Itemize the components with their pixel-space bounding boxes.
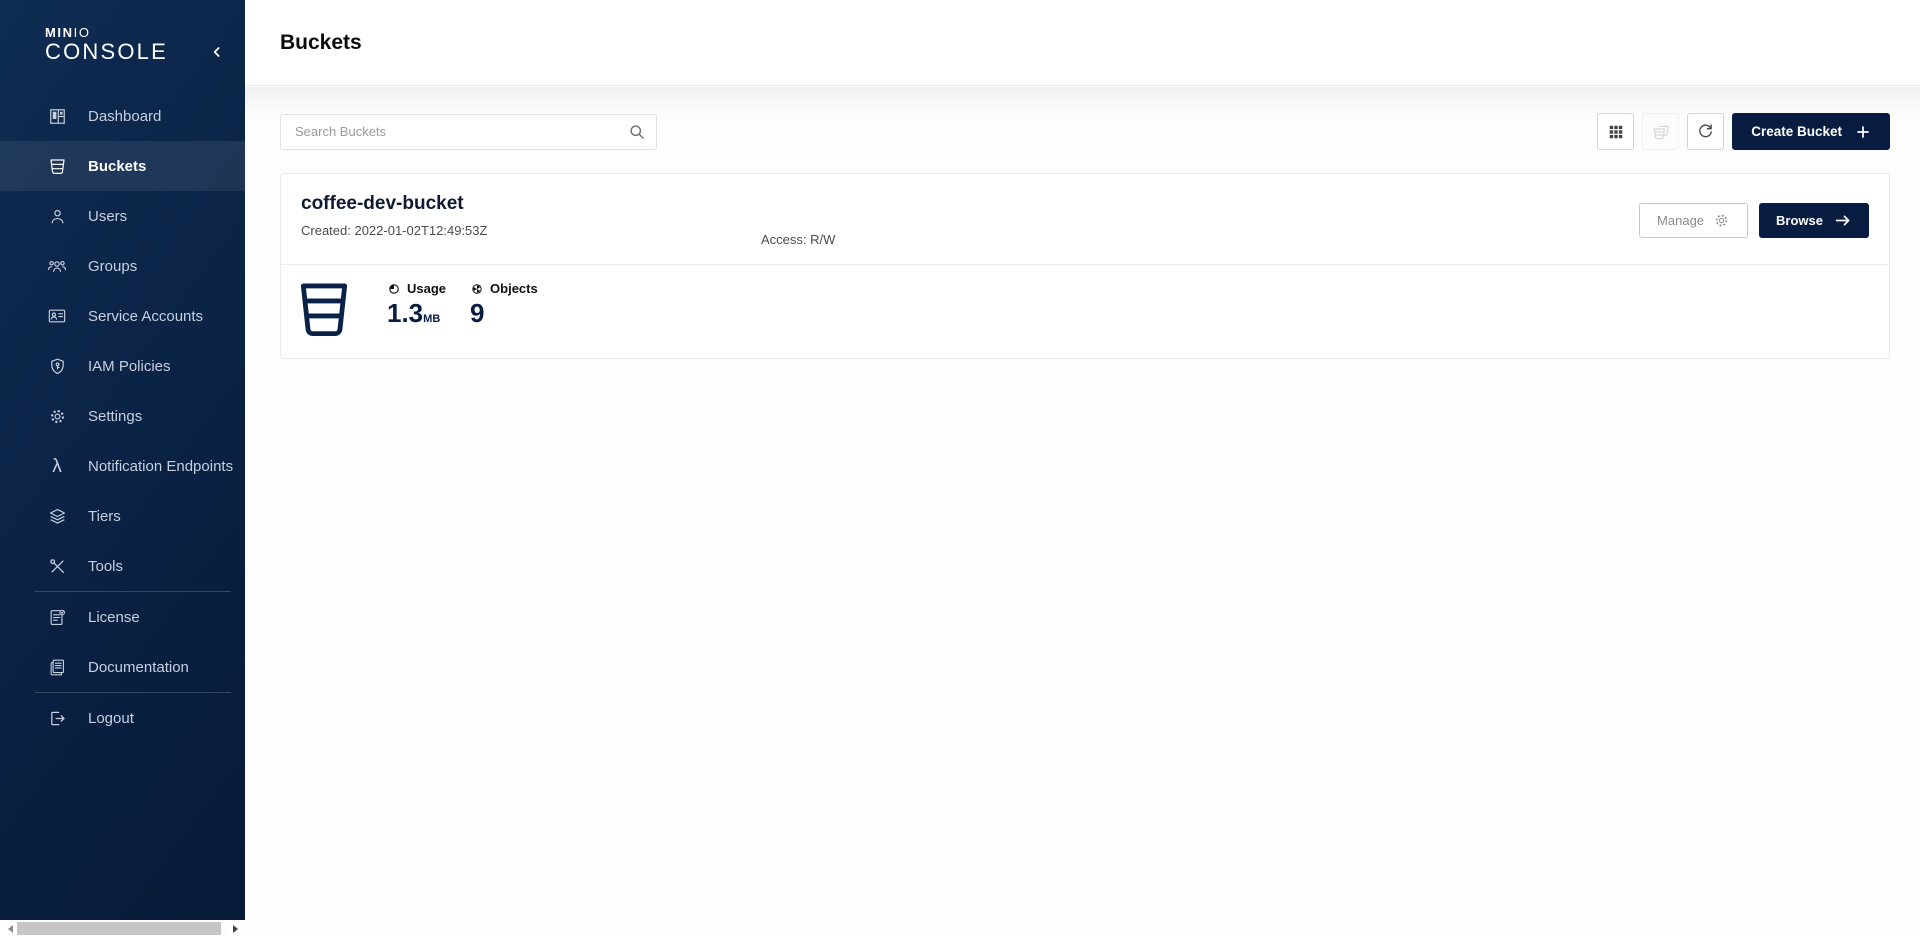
objects-label: Objects xyxy=(490,281,538,296)
multiple-buckets-icon xyxy=(1651,122,1671,142)
refresh-icon xyxy=(1696,122,1715,141)
sidebar-item-label: Buckets xyxy=(88,158,146,175)
service-accounts-icon xyxy=(47,306,67,326)
search-icon xyxy=(627,122,647,142)
content-area: Create Bucket coffee-dev-bucket Created:… xyxy=(245,87,1920,937)
objects-metric: Objects 9 xyxy=(470,281,538,328)
objects-value: 9 xyxy=(470,299,538,328)
bucket-metrics: Usage 1.3MB Objects 9 xyxy=(281,265,1889,358)
sidebar-item-settings[interactable]: Settings xyxy=(0,391,245,441)
bucket-card-header: coffee-dev-bucket Created: 2022-01-02T12… xyxy=(281,174,1889,265)
chevron-left-icon xyxy=(209,44,225,60)
multiple-buckets-button xyxy=(1642,113,1679,150)
scroll-right-arrow[interactable] xyxy=(229,920,245,937)
bucket-card: coffee-dev-bucket Created: 2022-01-02T12… xyxy=(280,173,1890,359)
sidebar-item-tiers[interactable]: Tiers xyxy=(0,491,245,541)
sidebar-item-label: Notification Endpoints xyxy=(88,458,233,475)
usage-value: 1.3 xyxy=(387,298,423,328)
sidebar-item-label: License xyxy=(88,609,140,626)
buckets-icon xyxy=(47,156,67,176)
settings-gear-icon xyxy=(47,406,67,426)
brand-minio: MINIO xyxy=(45,26,245,39)
tools-icon xyxy=(47,556,67,576)
tiers-layers-icon xyxy=(47,506,67,526)
groups-icon xyxy=(47,256,67,276)
scrollbar-thumb[interactable] xyxy=(17,922,221,935)
page-title: Buckets xyxy=(280,31,362,55)
iam-policies-icon xyxy=(47,356,67,376)
sidebar-item-documentation[interactable]: Documentation xyxy=(0,642,245,692)
bucket-access: Access: R/W xyxy=(761,232,835,247)
license-icon xyxy=(47,607,67,627)
sidebar: MINIO CONSOLE Dashboard Buckets Users xyxy=(0,0,245,920)
usage-metric: Usage 1.3MB xyxy=(387,281,446,328)
sidebar-item-label: Settings xyxy=(88,408,142,425)
usage-label: Usage xyxy=(407,281,446,296)
users-icon xyxy=(47,206,67,226)
minio-console-logo: MINIO CONSOLE xyxy=(0,0,245,65)
sidebar-horizontal-scrollbar xyxy=(0,920,245,937)
plus-icon xyxy=(1855,124,1871,140)
lambda-icon: λ xyxy=(47,456,67,476)
grid-view-icon xyxy=(1607,123,1625,141)
sidebar-item-tools[interactable]: Tools xyxy=(0,541,245,591)
search-input[interactable] xyxy=(280,114,657,150)
usage-pie-icon xyxy=(387,282,401,296)
bucket-name[interactable]: coffee-dev-bucket xyxy=(301,193,1869,215)
dashboard-icon xyxy=(47,106,67,126)
arrow-right-icon xyxy=(1834,213,1852,228)
scroll-left-arrow[interactable] xyxy=(0,920,16,937)
sidebar-item-buckets[interactable]: Buckets xyxy=(0,141,245,191)
sidebar-item-label: Tools xyxy=(88,558,123,575)
sidebar-item-label: Tiers xyxy=(88,508,121,525)
manage-button[interactable]: Manage xyxy=(1639,203,1748,238)
manage-label: Manage xyxy=(1657,213,1704,228)
sidebar-item-users[interactable]: Users xyxy=(0,191,245,241)
sidebar-nav: Dashboard Buckets Users Groups Service A xyxy=(0,91,245,743)
objects-icon xyxy=(470,282,484,296)
bucket-card-buttons: Manage Browse xyxy=(1639,203,1869,238)
logout-icon xyxy=(47,708,67,728)
page-header: Buckets xyxy=(245,0,1920,86)
scrollbar-track[interactable] xyxy=(16,920,229,937)
sidebar-item-notification-endpoints[interactable]: λ Notification Endpoints xyxy=(0,441,245,491)
buckets-toolbar: Create Bucket xyxy=(245,87,1920,150)
usage-unit: MB xyxy=(423,313,440,325)
sidebar-item-label: Service Accounts xyxy=(88,308,203,325)
search-box xyxy=(280,114,657,150)
sidebar-item-label: Dashboard xyxy=(88,108,161,125)
sidebar-item-license[interactable]: License xyxy=(0,592,245,642)
sidebar-collapse-button[interactable] xyxy=(205,40,229,64)
browse-label: Browse xyxy=(1776,213,1823,228)
sidebar-item-service-accounts[interactable]: Service Accounts xyxy=(0,291,245,341)
create-bucket-label: Create Bucket xyxy=(1751,124,1842,139)
sidebar-item-logout[interactable]: Logout xyxy=(0,693,245,743)
sidebar-item-groups[interactable]: Groups xyxy=(0,241,245,291)
gear-icon xyxy=(1713,212,1730,229)
create-bucket-button[interactable]: Create Bucket xyxy=(1732,113,1890,150)
toolbar-actions: Create Bucket xyxy=(1597,113,1890,150)
refresh-button[interactable] xyxy=(1687,113,1724,150)
bucket-icon xyxy=(299,281,349,339)
sidebar-item-label: Users xyxy=(88,208,127,225)
bucket-created: Created: 2022-01-02T12:49:53Z xyxy=(301,223,1869,238)
main-area: Buckets xyxy=(245,0,1920,937)
documentation-icon xyxy=(47,657,67,677)
browse-button[interactable]: Browse xyxy=(1759,203,1869,238)
sidebar-item-label: Documentation xyxy=(88,659,189,676)
grid-view-button[interactable] xyxy=(1597,113,1634,150)
sidebar-item-label: Logout xyxy=(88,710,134,727)
sidebar-item-label: IAM Policies xyxy=(88,358,171,375)
sidebar-item-iam-policies[interactable]: IAM Policies xyxy=(0,341,245,391)
sidebar-item-dashboard[interactable]: Dashboard xyxy=(0,91,245,141)
sidebar-item-label: Groups xyxy=(88,258,137,275)
